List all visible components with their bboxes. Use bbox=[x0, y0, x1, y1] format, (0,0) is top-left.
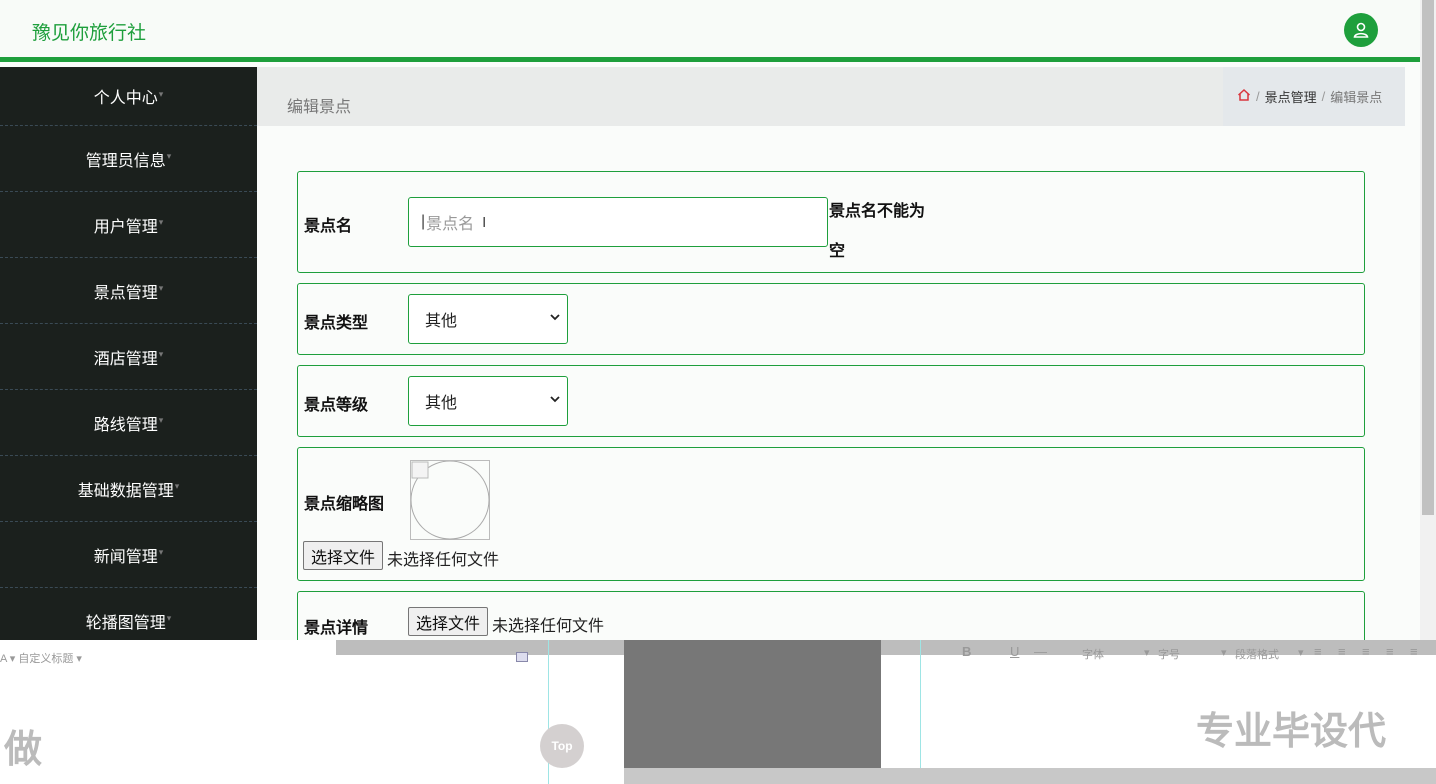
scrollbar-thumb[interactable] bbox=[1422, 0, 1434, 515]
sidebar-item-label: 基础数据管理 bbox=[77, 482, 174, 500]
horizontal-rule-icon[interactable]: — bbox=[1034, 644, 1047, 659]
field-label: 景点类型 bbox=[304, 315, 369, 332]
caret-down-icon: ▾ bbox=[174, 481, 180, 491]
form-group-thumbnail: 景点缩略图 选择文件 未选择任何文件 bbox=[297, 447, 1365, 581]
home-icon[interactable] bbox=[1237, 88, 1251, 105]
sidebar-item-attractions[interactable]: 景点管理 ▾ bbox=[0, 258, 257, 324]
form-group-name: 景点名 | 景点名 I 景点名不能为空 bbox=[297, 171, 1365, 273]
caret-down-icon: ▾ bbox=[158, 547, 164, 557]
thumbnail-preview bbox=[410, 460, 490, 540]
detail-file-status: 未选择任何文件 bbox=[492, 618, 605, 635]
form-group-level: 景点等级 其他 bbox=[297, 365, 1365, 437]
breadcrumb: / 景点管理 / 编辑景点 bbox=[1223, 67, 1405, 126]
align-full-icon[interactable]: ≡ bbox=[1410, 644, 1418, 659]
sidebar-item-users[interactable]: 用户管理 ▾ bbox=[0, 192, 257, 258]
caret-down-icon: ▾ bbox=[1144, 647, 1150, 659]
sidebar-item-label: 景点管理 bbox=[93, 284, 158, 302]
form-group-type: 景点类型 其他 bbox=[297, 283, 1365, 355]
header-bar: 编辑景点 / 景点管理 / 编辑景点 bbox=[257, 67, 1405, 126]
validation-error: 景点名不能为空 bbox=[829, 203, 926, 260]
caret-down-icon: ▾ bbox=[166, 613, 172, 623]
breadcrumb-current: 编辑景点 bbox=[1330, 90, 1383, 105]
editor-heading-dropdown[interactable]: A ▾ 自定义标题 ▾ bbox=[0, 650, 82, 666]
align-left-icon[interactable]: ≡ bbox=[1314, 644, 1322, 659]
editor-divider bbox=[920, 640, 921, 784]
overlay-bottom-bar bbox=[624, 768, 1436, 784]
sidebar-item-admin-info[interactable]: 管理员信息 ▾ bbox=[0, 126, 257, 192]
form-group-detail: 景点详情 选择文件 未选择任何文件 bbox=[297, 591, 1365, 640]
back-to-top-button[interactable]: Top bbox=[540, 724, 584, 768]
overlay-grey-block bbox=[624, 640, 881, 768]
sidebar-item-routes[interactable]: 路线管理 ▾ bbox=[0, 390, 257, 456]
sidebar-item-label: 用户管理 bbox=[93, 218, 158, 236]
caret-down-icon: ▾ bbox=[158, 88, 164, 99]
field-label: 景点详情 bbox=[304, 620, 369, 637]
sidebar: 个人中心 ▾ 管理员信息 ▾ 用户管理 ▾ 景点管理 ▾ 酒店管理 ▾ 路线管理 ▾ 基础数… bbox=[0, 67, 257, 654]
bold-icon[interactable]: B bbox=[962, 644, 971, 659]
sidebar-item-label: 新闻管理 bbox=[93, 548, 158, 566]
main-content: 编辑景点 / 景点管理 / 编辑景点 景点名 | 景点名 I 景点名不能为空 景点… bbox=[257, 67, 1420, 640]
underline-icon[interactable]: U bbox=[1010, 644, 1019, 659]
app-logo-title[interactable]: 豫见你旅行社 bbox=[32, 18, 146, 45]
align-center-icon[interactable]: ≡ bbox=[1338, 644, 1346, 659]
editor-doc-icon[interactable] bbox=[516, 652, 528, 662]
sidebar-item-hotels[interactable]: 酒店管理 ▾ bbox=[0, 324, 257, 390]
font-family-dropdown[interactable]: 字体 bbox=[1082, 646, 1104, 662]
caret-down-icon: ▾ bbox=[158, 415, 164, 425]
level-select[interactable]: 其他 bbox=[408, 376, 568, 426]
i-beam-cursor-icon: I bbox=[482, 213, 487, 231]
page-title: 编辑景点 bbox=[287, 99, 352, 116]
paragraph-format-dropdown[interactable]: 段落格式 bbox=[1235, 646, 1279, 662]
sidebar-item-news[interactable]: 新闻管理 ▾ bbox=[0, 522, 257, 588]
caret-down-icon: ▾ bbox=[158, 283, 164, 293]
align-justify-icon[interactable]: ≡ bbox=[1386, 644, 1394, 659]
chevron-down-icon bbox=[550, 314, 560, 321]
font-size-dropdown[interactable]: 字号 bbox=[1158, 646, 1180, 662]
field-label: 景点等级 bbox=[304, 397, 369, 414]
sidebar-item-label: 轮播图管理 bbox=[85, 614, 166, 632]
sidebar-item-label: 个人中心 bbox=[93, 90, 158, 107]
field-label: 景点缩略图 bbox=[304, 496, 385, 513]
sidebar-item-label: 路线管理 bbox=[93, 416, 158, 434]
sidebar-item-personal-center[interactable]: 个人中心 ▾ bbox=[0, 67, 257, 126]
align-right-icon[interactable]: ≡ bbox=[1362, 644, 1370, 659]
caret-down-icon: ▾ bbox=[166, 151, 172, 161]
text-caret: | bbox=[421, 213, 426, 230]
sidebar-item-base-data[interactable]: 基础数据管理 ▾ bbox=[0, 456, 257, 522]
user-avatar-icon[interactable] bbox=[1344, 13, 1378, 47]
caret-down-icon: ▾ bbox=[158, 217, 164, 227]
name-input-placeholder: 景点名 bbox=[426, 216, 475, 233]
caret-down-icon: ▾ bbox=[158, 349, 164, 359]
editor-overlay: A ▾ 自定义标题 ▾ 做 Top B U — 字体 ▾ 字号 ▾ 段落格式 ▾… bbox=[0, 640, 1436, 784]
type-select-value: 其他 bbox=[425, 313, 458, 330]
breadcrumb-link[interactable]: 景点管理 bbox=[1265, 87, 1317, 106]
vertical-scrollbar[interactable] bbox=[1420, 0, 1436, 640]
thumbnail-file-status: 未选择任何文件 bbox=[387, 552, 500, 569]
level-select-value: 其他 bbox=[425, 395, 458, 412]
watermark-text-right: 专业毕设代 bbox=[1196, 711, 1387, 753]
detail-file-button[interactable]: 选择文件 bbox=[408, 607, 489, 636]
watermark-text-left: 做 bbox=[4, 729, 43, 771]
broken-image-icon bbox=[410, 460, 490, 540]
name-input[interactable]: | 景点名 I bbox=[408, 197, 828, 247]
top-bar: 豫见你旅行社 bbox=[0, 0, 1420, 62]
breadcrumb-separator: / bbox=[1256, 89, 1260, 104]
chevron-down-icon bbox=[550, 396, 560, 403]
caret-down-icon: ▾ bbox=[1221, 647, 1227, 659]
thumbnail-file-button[interactable]: 选择文件 bbox=[303, 541, 384, 570]
type-select[interactable]: 其他 bbox=[408, 294, 568, 344]
caret-down-icon: ▾ bbox=[1298, 647, 1304, 659]
sidebar-item-label: 酒店管理 bbox=[93, 350, 158, 368]
field-label: 景点名 bbox=[304, 218, 353, 235]
sidebar-item-label: 管理员信息 bbox=[85, 152, 166, 170]
breadcrumb-separator: / bbox=[1321, 89, 1326, 104]
